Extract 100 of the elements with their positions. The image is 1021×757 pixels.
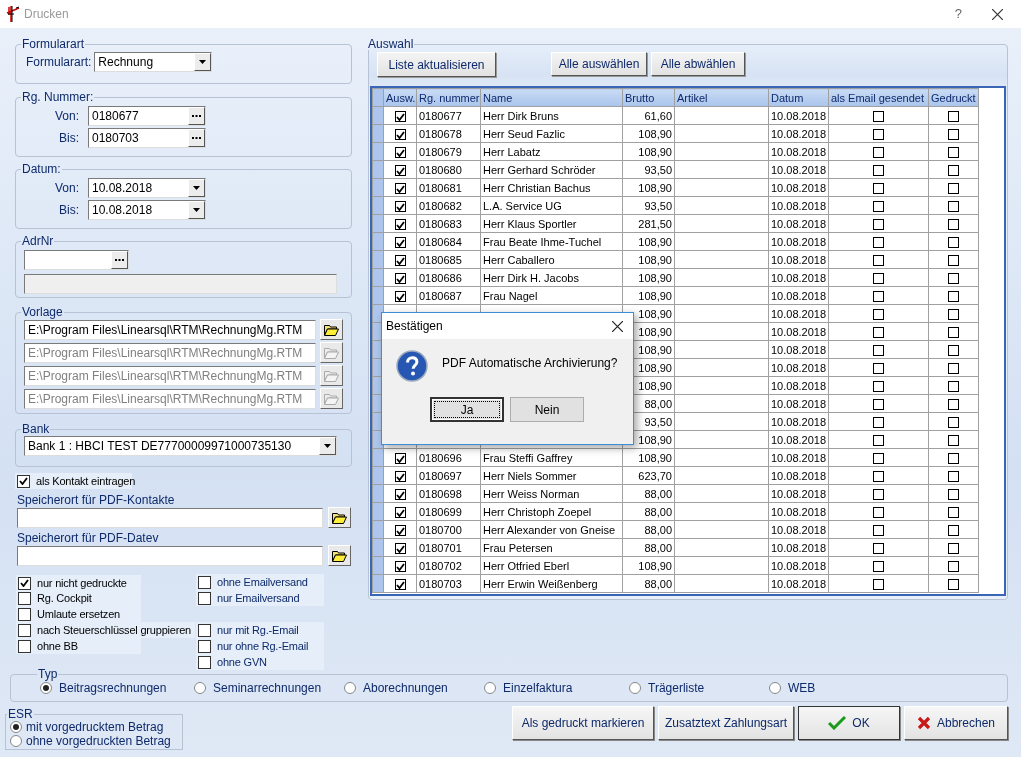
checkbox[interactable] [394, 507, 406, 519]
radio-button[interactable] [769, 682, 781, 694]
checkbox[interactable] [948, 435, 959, 447]
checkbox[interactable] [394, 165, 406, 177]
checkbox[interactable] [394, 453, 406, 465]
checkbox[interactable] [198, 639, 211, 653]
action-button[interactable]: OK [798, 706, 900, 740]
checkbox[interactable] [873, 579, 884, 591]
checkbox[interactable] [873, 147, 884, 159]
radio-button[interactable] [344, 682, 356, 694]
checkbox[interactable] [394, 201, 406, 213]
text-field[interactable]: 0180703 [88, 128, 206, 148]
checkbox[interactable] [394, 489, 406, 501]
help-button[interactable]: ? [954, 4, 962, 24]
browse-button[interactable] [328, 545, 351, 566]
checkbox[interactable] [948, 417, 959, 429]
checkbox[interactable] [394, 237, 406, 249]
checkbox[interactable] [873, 525, 884, 537]
toolbar-button[interactable]: Liste aktualisieren [377, 52, 496, 77]
checkbox[interactable] [873, 273, 884, 285]
checkbox[interactable] [948, 453, 959, 465]
checkbox[interactable] [948, 273, 959, 285]
action-button[interactable]: Abbrechen [904, 706, 1008, 740]
checkbox[interactable] [948, 165, 959, 177]
checkbox[interactable] [948, 381, 959, 393]
browse-button[interactable] [328, 507, 351, 528]
date-field[interactable]: 10.08.2018 [88, 178, 206, 198]
checkbox[interactable] [873, 291, 884, 303]
path-field[interactable] [17, 545, 323, 566]
radio-button[interactable] [484, 682, 496, 694]
checkbox[interactable] [873, 381, 884, 393]
checkbox[interactable] [394, 525, 406, 537]
checkbox[interactable] [948, 345, 959, 357]
checkbox[interactable] [873, 129, 884, 141]
checkbox[interactable] [873, 489, 884, 501]
checkbox[interactable] [198, 623, 211, 637]
checkbox[interactable] [873, 399, 884, 411]
toolbar-button[interactable]: Alle abwählen [651, 52, 745, 76]
checkbox[interactable] [948, 291, 959, 303]
path-field[interactable] [17, 507, 323, 528]
checkbox[interactable] [873, 363, 884, 375]
checkbox[interactable] [198, 655, 211, 669]
checkbox[interactable] [948, 363, 959, 375]
checkbox[interactable] [873, 165, 884, 177]
browse-button[interactable] [320, 319, 343, 340]
checkbox[interactable] [948, 183, 959, 195]
checkbox[interactable] [873, 471, 884, 483]
checkbox[interactable] [394, 291, 406, 303]
checkbox[interactable] [18, 591, 31, 605]
checkbox[interactable] [873, 255, 884, 267]
dropdown[interactable]: Bank 1 : HBCI TEST DE77700009971000735130 [24, 436, 337, 456]
radio-button[interactable] [10, 735, 22, 747]
checkbox[interactable] [948, 147, 959, 159]
file-path-field[interactable]: E:\Program Files\Linearsql\RTM\RechnungMg.RTM [24, 319, 317, 340]
close-icon[interactable] [992, 8, 1003, 20]
radio-button[interactable] [40, 682, 52, 694]
checkbox[interactable] [394, 579, 406, 591]
checkbox[interactable] [873, 543, 884, 555]
column-header[interactable]: Brutto [622, 88, 675, 107]
checkbox[interactable] [18, 576, 31, 590]
radio-button[interactable] [10, 721, 22, 733]
checkbox[interactable] [198, 575, 211, 589]
column-header[interactable]: Datum [768, 88, 829, 107]
checkbox[interactable] [873, 453, 884, 465]
checkbox[interactable] [873, 435, 884, 447]
dropdown[interactable]: Rechnung [94, 52, 213, 72]
checkbox[interactable] [873, 561, 884, 573]
radio-button[interactable] [194, 682, 206, 694]
checkbox[interactable] [394, 147, 406, 159]
checkbox[interactable] [198, 591, 211, 605]
checkbox[interactable] [948, 219, 959, 231]
checkbox[interactable] [948, 237, 959, 249]
checkbox[interactable] [17, 474, 30, 488]
action-button[interactable]: Zusatztext Zahlungsart [658, 706, 794, 740]
checkbox[interactable] [948, 489, 959, 501]
checkbox[interactable] [873, 237, 884, 249]
checkbox[interactable] [873, 219, 884, 231]
dialog-button[interactable]: Ja [430, 397, 504, 422]
toolbar-button[interactable]: Alle auswählen [551, 52, 647, 76]
checkbox[interactable] [873, 111, 884, 123]
checkbox[interactable] [948, 309, 959, 321]
checkbox[interactable] [873, 201, 884, 213]
checkbox[interactable] [948, 327, 959, 339]
action-button[interactable]: Als gedruckt markieren [512, 706, 654, 740]
text-field[interactable]: 0180677 [88, 106, 206, 126]
checkbox[interactable] [394, 183, 406, 195]
checkbox[interactable] [948, 111, 959, 123]
text-field[interactable] [24, 250, 129, 270]
checkbox[interactable] [394, 129, 406, 141]
checkbox[interactable] [394, 255, 406, 267]
date-field[interactable]: 10.08.2018 [88, 200, 206, 220]
checkbox[interactable] [18, 639, 31, 653]
checkbox[interactable] [873, 417, 884, 429]
column-header[interactable]: Rg. nummer [416, 88, 481, 107]
checkbox[interactable] [948, 471, 959, 483]
checkbox[interactable] [948, 507, 959, 519]
checkbox[interactable] [394, 543, 406, 555]
column-header[interactable]: als Email gesendet [828, 88, 929, 107]
dialog-button[interactable]: Nein [510, 397, 584, 422]
checkbox[interactable] [873, 183, 884, 195]
